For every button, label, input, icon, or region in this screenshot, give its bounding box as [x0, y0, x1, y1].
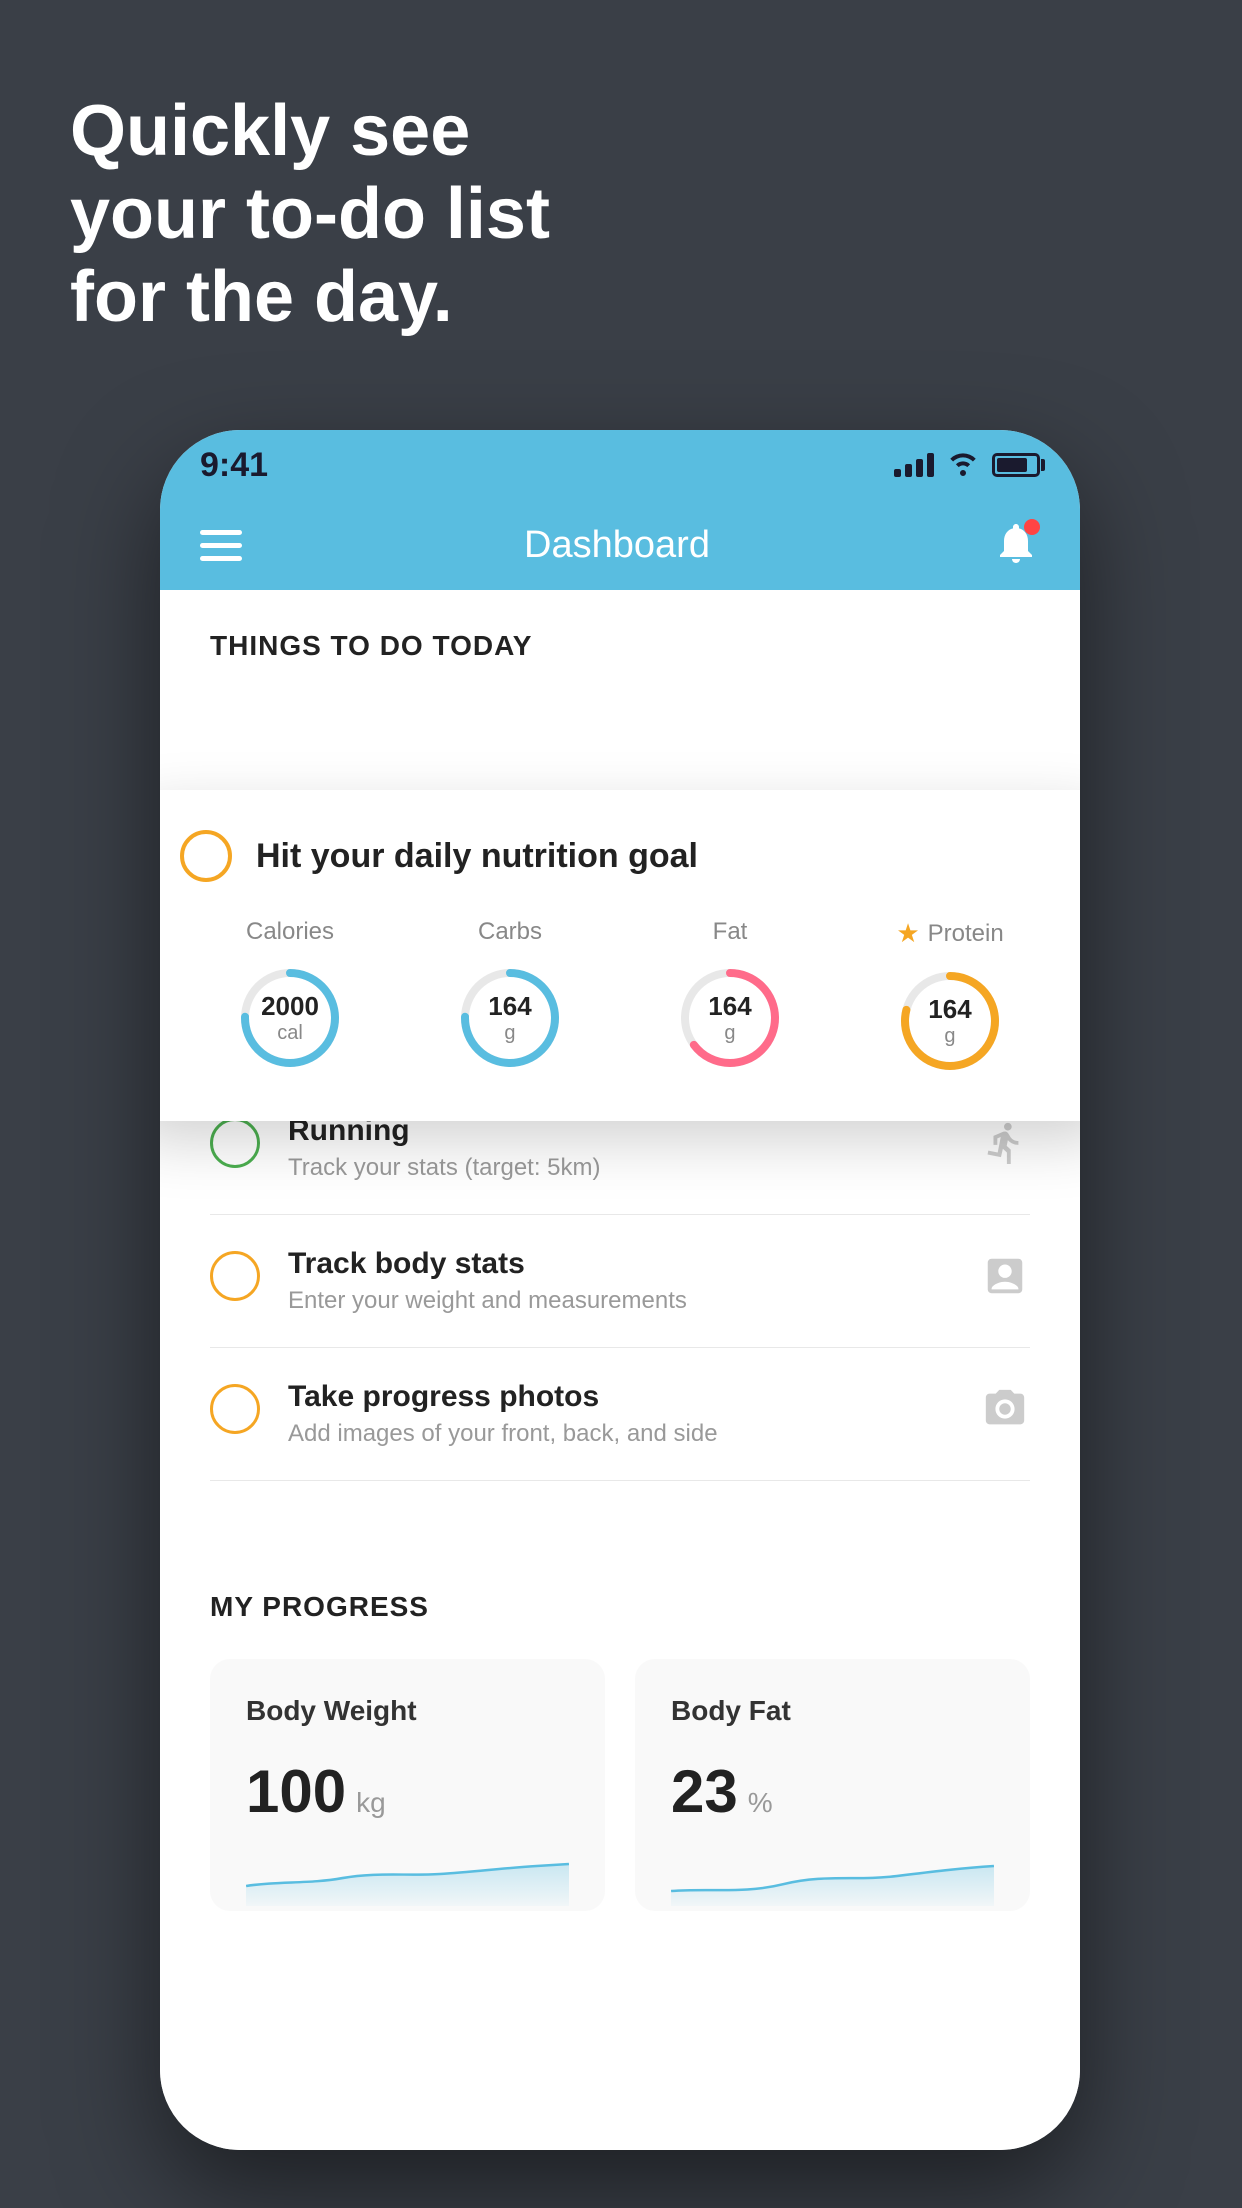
- signal-icon: [894, 453, 934, 477]
- fat-ring: 164 g: [670, 958, 790, 1078]
- protein-label-row: ★ Protein: [896, 918, 1003, 949]
- protein-label: Protein: [928, 920, 1004, 948]
- star-icon: ★: [896, 918, 919, 949]
- fat-label: Fat: [713, 918, 748, 946]
- nutrition-calories: Calories 2000 cal: [230, 918, 350, 1078]
- status-icons: [894, 448, 1040, 483]
- running-text: Running Track your stats (target: 5km): [288, 1114, 980, 1182]
- progress-section: MY PROGRESS Body Weight 100 kg: [160, 1541, 1080, 1941]
- body-fat-card: Body Fat 23 %: [635, 1659, 1030, 1911]
- nutrition-fat: Fat 164 g: [670, 918, 790, 1078]
- carbs-ring: 164 g: [450, 958, 570, 1078]
- things-section: THINGS TO DO TODAY: [160, 590, 1080, 682]
- header-bar: Dashboard: [160, 500, 1080, 590]
- nutrition-card-header: Hit your daily nutrition goal: [180, 830, 1060, 882]
- body-fat-unit: %: [748, 1787, 773, 1819]
- body-weight-unit: kg: [356, 1787, 386, 1819]
- person-photo-icon: [980, 1384, 1030, 1434]
- status-bar: 9:41: [160, 430, 1080, 500]
- todo-item-photos[interactable]: Take progress photos Add images of your …: [210, 1348, 1030, 1481]
- progress-section-title: MY PROGRESS: [210, 1591, 1030, 1623]
- things-section-title: THINGS TO DO TODAY: [210, 630, 532, 661]
- running-shoe-icon: [980, 1118, 1030, 1168]
- scale-icon: [980, 1251, 1030, 1301]
- content-area: THINGS TO DO TODAY Hit your daily nutrit…: [160, 590, 1080, 2150]
- notification-dot: [1024, 519, 1040, 535]
- body-fat-value-row: 23 %: [671, 1757, 994, 1826]
- body-stats-text: Track body stats Enter your weight and m…: [288, 1247, 980, 1315]
- todo-item-body-stats[interactable]: Track body stats Enter your weight and m…: [210, 1215, 1030, 1348]
- carbs-label: Carbs: [478, 918, 542, 946]
- phone-frame: 9:41 Dashboard: [160, 430, 1080, 2150]
- photos-check-circle: [210, 1384, 260, 1434]
- nutrition-card-title: Hit your daily nutrition goal: [256, 837, 698, 876]
- body-stats-title: Track body stats: [288, 1247, 980, 1281]
- status-time: 9:41: [200, 446, 268, 485]
- body-fat-title: Body Fat: [671, 1695, 994, 1727]
- body-weight-card: Body Weight 100 kg: [210, 1659, 605, 1911]
- running-check-circle: [210, 1118, 260, 1168]
- nutrition-grid: Calories 2000 cal Carbs: [180, 918, 1060, 1081]
- calories-ring: 2000 cal: [230, 958, 350, 1078]
- notification-bell-icon[interactable]: [992, 519, 1040, 571]
- protein-ring: 164 g: [890, 961, 1010, 1081]
- body-weight-value-row: 100 kg: [246, 1757, 569, 1826]
- body-fat-chart: [671, 1846, 994, 1906]
- running-subtitle: Track your stats (target: 5km): [288, 1154, 980, 1182]
- headline: Quickly see your to-do list for the day.: [70, 90, 550, 338]
- battery-icon: [992, 453, 1040, 477]
- body-weight-value: 100: [246, 1757, 346, 1826]
- wifi-icon: [946, 448, 980, 483]
- nutrition-check-circle: [180, 830, 232, 882]
- nutrition-protein: ★ Protein 164 g: [890, 918, 1010, 1081]
- body-weight-chart: [246, 1846, 569, 1906]
- photos-text: Take progress photos Add images of your …: [288, 1380, 980, 1448]
- photos-subtitle: Add images of your front, back, and side: [288, 1420, 980, 1448]
- body-fat-value: 23: [671, 1757, 738, 1826]
- body-stats-check-circle: [210, 1251, 260, 1301]
- calories-label: Calories: [246, 918, 334, 946]
- body-stats-subtitle: Enter your weight and measurements: [288, 1287, 980, 1315]
- header-title: Dashboard: [524, 524, 710, 567]
- nutrition-carbs: Carbs 164 g: [450, 918, 570, 1078]
- todo-list: Running Track your stats (target: 5km) T…: [160, 1082, 1080, 1481]
- nutrition-card: Hit your daily nutrition goal Calories 2…: [160, 790, 1080, 1121]
- photos-title: Take progress photos: [288, 1380, 980, 1414]
- progress-grid: Body Weight 100 kg: [210, 1659, 1030, 1911]
- hamburger-menu-icon[interactable]: [200, 530, 242, 561]
- body-weight-title: Body Weight: [246, 1695, 569, 1727]
